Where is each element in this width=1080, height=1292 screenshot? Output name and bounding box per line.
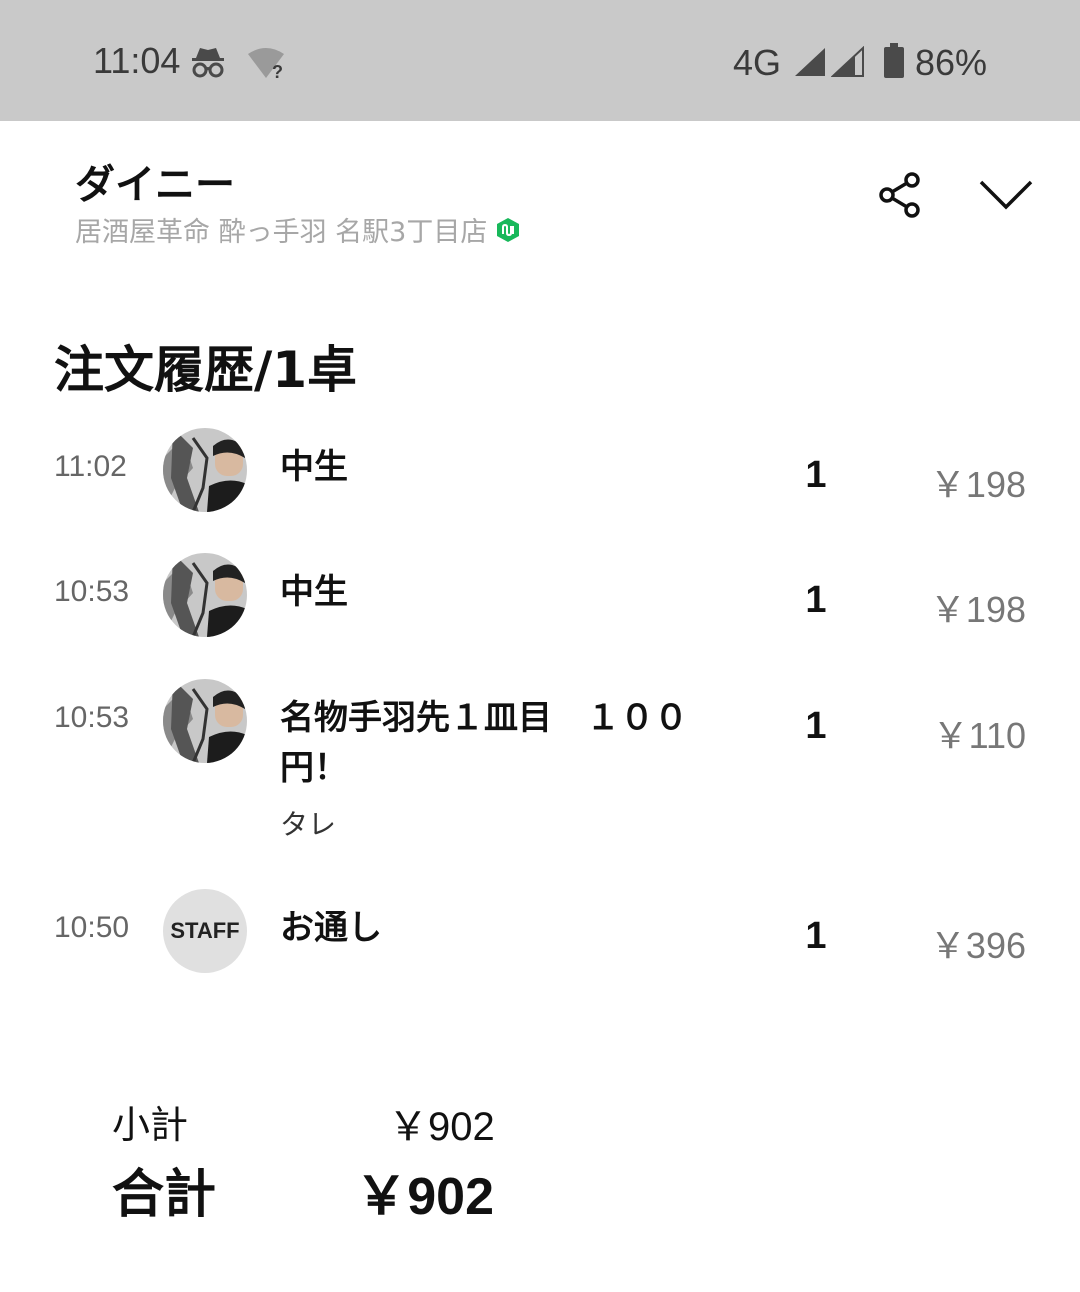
item-name: お通し	[280, 908, 382, 948]
total-label: 合計	[112, 1165, 217, 1225]
item-price: ￥396	[929, 925, 1026, 966]
total-value: ￥902	[355, 1168, 494, 1226]
item-price: ￥198	[929, 464, 1026, 505]
subtotal-value: ￥902	[388, 1105, 495, 1149]
subtotal-label: 小計	[112, 1103, 189, 1147]
verified-badge-icon	[497, 217, 520, 242]
item-price: ￥198	[929, 589, 1026, 630]
avatar	[163, 553, 247, 637]
status-bar: 11:04 ? 4G 86%	[0, 0, 1080, 121]
user-photo-icon	[163, 428, 247, 512]
battery-icon	[884, 43, 904, 78]
battery-percent: 86%	[915, 42, 988, 83]
item-quantity: 1	[805, 705, 827, 747]
svg-text:?: ?	[272, 62, 283, 80]
item-name: 中生	[280, 572, 348, 612]
item-quantity: 1	[805, 579, 827, 621]
avatar	[163, 679, 247, 763]
item-name: 中生	[280, 447, 348, 487]
signal-icon	[831, 46, 864, 77]
chevron-down-icon[interactable]	[978, 174, 1034, 214]
staff-avatar: STAFF	[163, 889, 247, 973]
item-price: ￥110	[932, 715, 1026, 756]
signal-icon	[795, 48, 825, 76]
order-time: 10:53	[54, 575, 130, 608]
share-icon[interactable]	[876, 170, 924, 220]
network-type: 4G	[733, 42, 782, 83]
app-title: ダイニー	[75, 162, 235, 208]
user-photo-icon	[163, 553, 247, 637]
page-title: 注文履歴/1卓	[54, 341, 358, 399]
user-photo-icon	[163, 679, 247, 763]
incognito-icon	[192, 48, 224, 78]
item-option: タレ	[280, 808, 337, 841]
wifi-unknown-icon: ?	[248, 48, 284, 80]
status-time: 11:04	[93, 40, 181, 81]
store-name: 居酒屋革命 酔っ手羽 名駅3丁目店	[75, 210, 521, 249]
item-quantity: 1	[805, 454, 827, 496]
avatar	[163, 428, 247, 512]
store-name-text: 居酒屋革命 酔っ手羽 名駅3丁目店	[75, 217, 488, 248]
order-time: 11:02	[54, 450, 127, 483]
item-quantity: 1	[805, 915, 827, 957]
order-time: 10:50	[54, 911, 130, 944]
item-name: 名物手羽先１皿目 １００円！	[280, 698, 688, 788]
order-time: 10:53	[54, 701, 130, 734]
